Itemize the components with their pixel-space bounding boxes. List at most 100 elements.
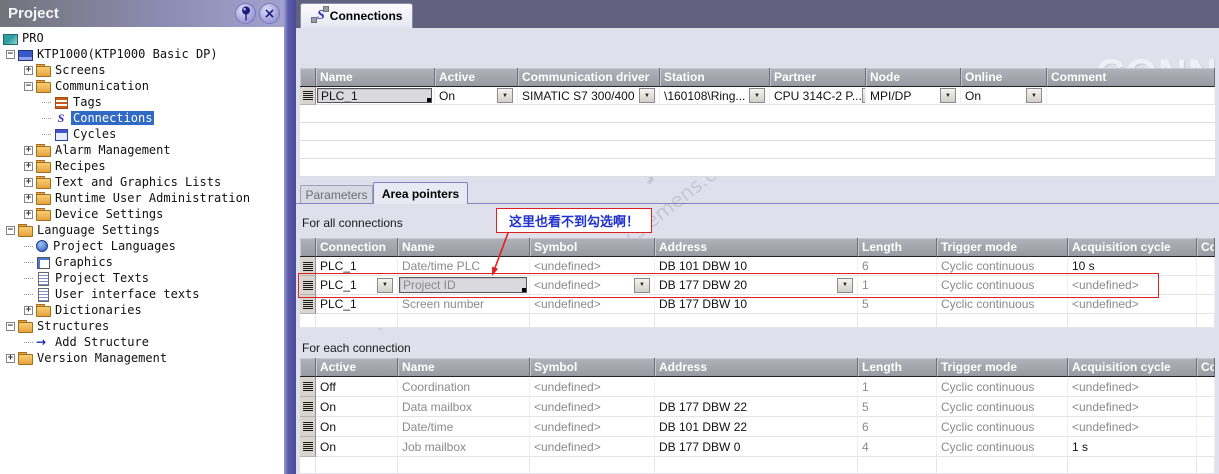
acquisition-cycle-cell[interactable]: <undefined>	[1068, 397, 1197, 417]
address-cell[interactable]: DB 101 DBW 22	[655, 417, 858, 437]
close-button[interactable]: ×	[259, 3, 280, 24]
trigger-mode-cell[interactable]: Cyclic continuous	[937, 276, 1068, 295]
collapse-icon[interactable]: −	[24, 81, 33, 91]
name-cell[interactable]: Coordination	[398, 377, 530, 397]
connection-cell[interactable]: PLC_1	[316, 257, 398, 276]
row-selector[interactable]	[300, 397, 316, 417]
sidebar-item-add-structure[interactable]: → Add Structure	[0, 334, 284, 350]
name-cell[interactable]: Project ID	[398, 276, 530, 295]
empty-cell[interactable]	[1068, 314, 1197, 328]
empty-cell[interactable]	[655, 457, 858, 474]
empty-cell[interactable]	[316, 457, 398, 474]
station-cell[interactable]: \160108\Ring... ▼	[660, 87, 770, 105]
tab-connections[interactable]: S Connections	[300, 3, 414, 28]
sidebar-item-communication[interactable]: − Communication	[0, 78, 284, 94]
acquisition-cycle-cell[interactable]: 1 s	[1068, 437, 1197, 457]
sidebar-item-version-management[interactable]: + Version Management	[0, 350, 284, 366]
empty-cell[interactable]	[398, 457, 530, 474]
acquisition-cycle-cell[interactable]: <undefined>	[1068, 417, 1197, 437]
comment-cell[interactable]	[1197, 295, 1215, 314]
trigger-mode-cell[interactable]: Cyclic continuous	[937, 397, 1068, 417]
symbol-cell[interactable]: <undefined>	[530, 295, 655, 314]
node-cell[interactable]: MPI/DP ▼	[866, 87, 961, 105]
connection-cell[interactable]: PLC_1 ▼	[316, 276, 398, 295]
active-cell[interactable]: On	[316, 437, 398, 457]
empty-row[interactable]	[300, 105, 1215, 123]
dropdown-icon[interactable]: ▼	[1026, 88, 1042, 103]
dropdown-icon[interactable]: ▼	[749, 88, 765, 103]
sidebar-item-project-languages[interactable]: Project Languages	[0, 238, 284, 254]
expand-icon[interactable]: +	[24, 65, 33, 75]
name-cell[interactable]: Date/time	[398, 417, 530, 437]
sidebar-item-text-graphics-lists[interactable]: + Text and Graphics Lists	[0, 174, 284, 190]
dropdown-icon[interactable]: ▼	[837, 277, 853, 293]
empty-cell[interactable]	[858, 457, 937, 474]
symbol-cell[interactable]: <undefined>	[530, 257, 655, 276]
empty-cell[interactable]	[937, 457, 1068, 474]
sidebar-item-language-settings[interactable]: − Language Settings	[0, 222, 284, 238]
trigger-mode-cell[interactable]: Cyclic continuous	[937, 437, 1068, 457]
expand-icon[interactable]: +	[24, 209, 33, 219]
sidebar-item-runtime-user-admin[interactable]: + Runtime User Administration	[0, 190, 284, 206]
sidebar-item-recipes[interactable]: + Recipes	[0, 158, 284, 174]
name-cell[interactable]: PLC_1	[316, 87, 435, 105]
name-cell[interactable]: Screen number	[398, 295, 530, 314]
acquisition-cycle-cell[interactable]: <undefined>	[1068, 295, 1197, 314]
expand-icon[interactable]: +	[24, 161, 33, 171]
sidebar-item-project-texts[interactable]: Project Texts	[0, 270, 284, 286]
acquisition-cycle-cell[interactable]: <undefined>	[1068, 377, 1197, 397]
empty-cell[interactable]	[655, 314, 858, 328]
empty-cell[interactable]	[300, 314, 316, 328]
row-selector[interactable]	[300, 87, 316, 105]
comment-cell[interactable]	[1047, 87, 1215, 105]
length-cell[interactable]: 5	[858, 295, 937, 314]
empty-cell[interactable]	[1197, 457, 1215, 474]
acquisition-cycle-cell[interactable]: <undefined>	[1068, 276, 1197, 295]
collapse-icon[interactable]: −	[6, 49, 15, 59]
empty-cell[interactable]	[530, 314, 655, 328]
collapse-icon[interactable]: −	[6, 225, 15, 235]
trigger-mode-cell[interactable]: Cyclic continuous	[937, 295, 1068, 314]
symbol-cell[interactable]: <undefined>	[530, 397, 655, 417]
sidebar-item-alarm-management[interactable]: + Alarm Management	[0, 142, 284, 158]
comment-cell[interactable]	[1197, 257, 1215, 276]
empty-cell[interactable]	[398, 314, 530, 328]
row-selector[interactable]	[300, 417, 316, 437]
row-selector[interactable]	[300, 377, 316, 397]
collapse-icon[interactable]: −	[6, 321, 15, 331]
trigger-mode-cell[interactable]: Cyclic continuous	[937, 257, 1068, 276]
length-cell[interactable]: 5	[858, 397, 937, 417]
sidebar-item-pro[interactable]: PRO	[0, 30, 284, 46]
symbol-cell[interactable]: <undefined> ▼	[530, 276, 655, 295]
expand-icon[interactable]: +	[6, 353, 15, 363]
partner-cell[interactable]: CPU 314C-2 P...▼	[770, 87, 866, 105]
sidebar-item-connections[interactable]: S Connections	[0, 110, 284, 126]
sidebar-item-dictionaries[interactable]: + Dictionaries	[0, 302, 284, 318]
name-cell[interactable]: Job mailbox	[398, 437, 530, 457]
name-cell[interactable]: Data mailbox	[398, 397, 530, 417]
length-cell[interactable]: 6	[858, 417, 937, 437]
address-cell[interactable]: DB 177 DBW 0	[655, 437, 858, 457]
length-cell[interactable]: 1	[858, 377, 937, 397]
dropdown-icon[interactable]: ▼	[940, 88, 956, 103]
address-cell[interactable]: DB 177 DBW 10	[655, 295, 858, 314]
sidebar-item-cycles[interactable]: Cycles	[0, 126, 284, 142]
active-cell[interactable]: On ▼	[435, 87, 518, 105]
empty-cell[interactable]	[1068, 457, 1197, 474]
comment-cell[interactable]	[1197, 276, 1215, 295]
symbol-cell[interactable]: <undefined>	[530, 417, 655, 437]
pin-button[interactable]	[235, 3, 256, 24]
address-cell[interactable]: DB 177 DBW 22	[655, 397, 858, 417]
row-selector[interactable]	[300, 295, 316, 314]
empty-cell[interactable]	[530, 457, 655, 474]
trigger-mode-cell[interactable]: Cyclic continuous	[937, 417, 1068, 437]
name-cell[interactable]: Date/time PLC	[398, 257, 530, 276]
sidebar-item-user-interface-texts[interactable]: User interface texts	[0, 286, 284, 302]
row-selector[interactable]	[300, 276, 316, 295]
expand-icon[interactable]: +	[24, 193, 33, 203]
address-cell[interactable]: DB 101 DBW 10	[655, 257, 858, 276]
comment-cell[interactable]	[1197, 377, 1215, 397]
comment-cell[interactable]	[1197, 397, 1215, 417]
driver-cell[interactable]: SIMATIC S7 300/400 ▼	[518, 87, 660, 105]
empty-cell[interactable]	[300, 457, 316, 474]
